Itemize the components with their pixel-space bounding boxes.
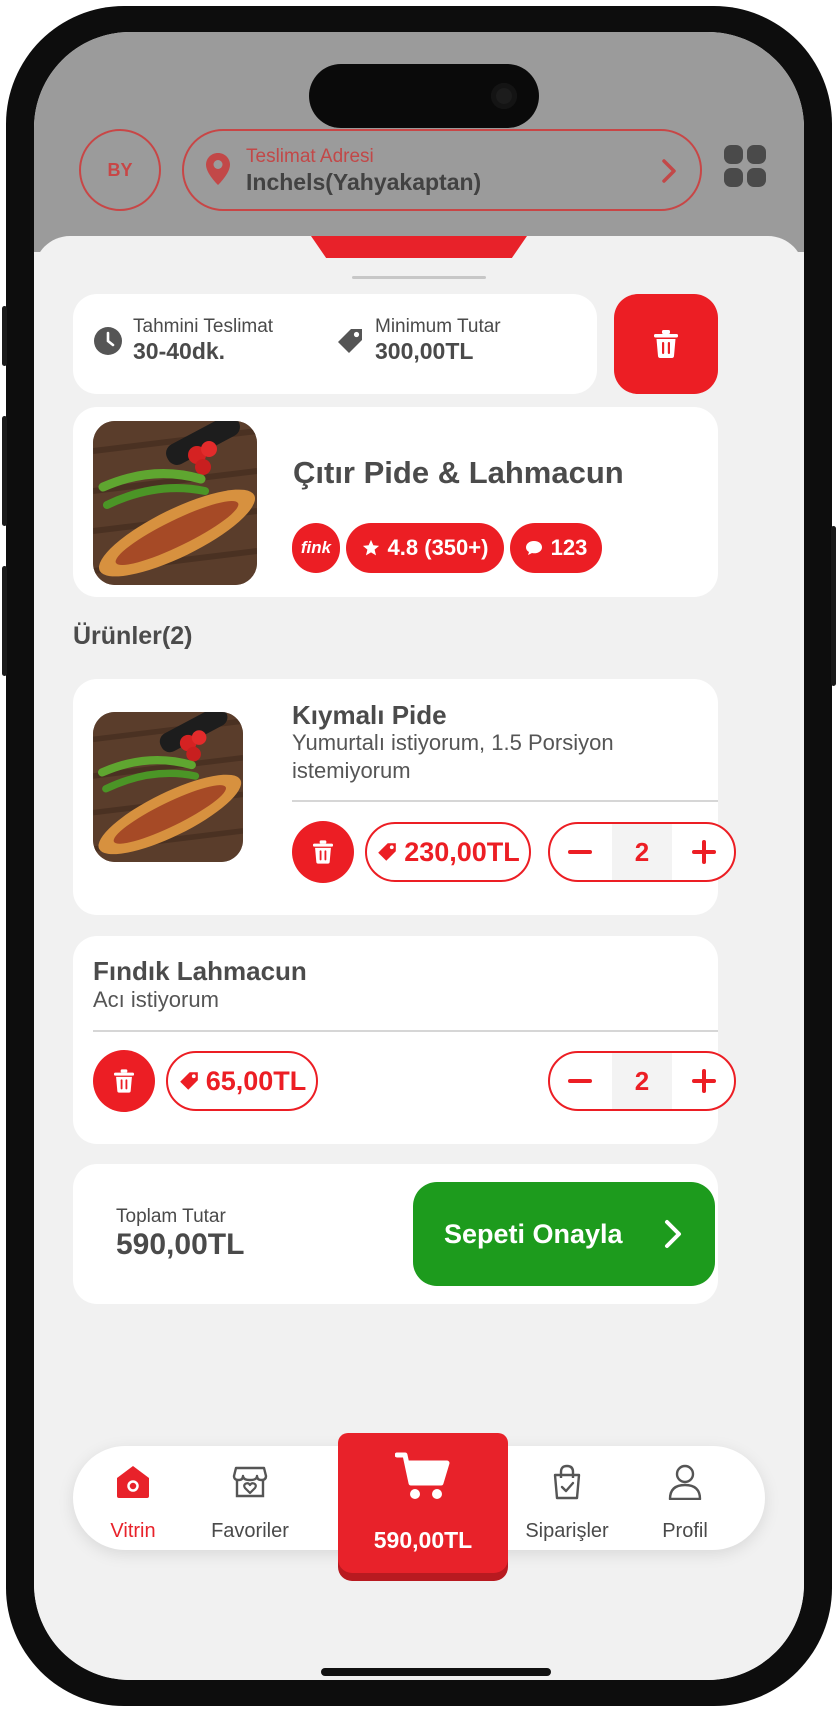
nav-item-label: Profil xyxy=(662,1520,708,1542)
price-tag-icon xyxy=(378,843,397,861)
favorite-store-icon xyxy=(232,1466,268,1498)
comments-count: 123 xyxy=(550,535,588,560)
sheet-tab-indicator xyxy=(311,236,527,258)
plus-icon xyxy=(692,1069,716,1093)
item-note: Acı istiyorum xyxy=(93,987,219,1012)
nav-item-label: Siparişler xyxy=(525,1520,609,1542)
dynamic-island xyxy=(309,64,539,128)
cart-item: Fındık Lahmacun Acı istiyorum 65,00TL 2 xyxy=(73,936,736,1144)
price-tag-icon xyxy=(338,329,362,353)
categories-grid-icon[interactable] xyxy=(724,145,766,187)
quantity-stepper: 2 xyxy=(548,1051,736,1111)
item-name: Fındık Lahmacun xyxy=(93,956,307,986)
plus-icon xyxy=(692,840,716,864)
restaurant-card[interactable]: Çıtır Pide & Lahmacun fink 4.8 (350+) 12… xyxy=(73,407,718,597)
increase-button[interactable] xyxy=(674,1053,734,1109)
address-label: Teslimat Adresi xyxy=(246,146,374,167)
comment-bubble-icon xyxy=(525,541,542,555)
item-price: 65,00TL xyxy=(166,1051,318,1111)
total-label: Toplam Tutar xyxy=(116,1206,226,1227)
nav-item-label: Vitrin xyxy=(110,1520,156,1542)
remove-item-button[interactable] xyxy=(292,821,354,883)
volume-down-button xyxy=(2,566,7,676)
brand-badge: fink xyxy=(292,523,340,573)
minimum-value: 300,00TL xyxy=(375,338,474,364)
item-name: Kıymalı Pide xyxy=(292,700,447,730)
trash-icon xyxy=(654,330,678,358)
item-divider xyxy=(93,1030,718,1032)
price-tag-icon xyxy=(179,1072,198,1090)
minus-icon xyxy=(568,850,592,854)
nav-item-siparisler[interactable]: Siparişler xyxy=(507,1446,627,1550)
delivery-value: 30-40dk. xyxy=(133,338,226,364)
home-indicator xyxy=(321,1668,551,1676)
trash-icon xyxy=(114,1069,134,1093)
cart-button[interactable]: 590,00TL xyxy=(338,1433,508,1573)
item-divider xyxy=(292,800,718,802)
store-home-icon xyxy=(117,1466,149,1498)
sheet-grab-handle[interactable] xyxy=(352,276,486,279)
volume-up-button xyxy=(2,416,7,526)
confirm-cart-label: Sepeti Onayla xyxy=(444,1219,623,1249)
power-button xyxy=(831,526,836,686)
trash-icon xyxy=(313,840,333,864)
remove-item-button[interactable] xyxy=(93,1050,155,1112)
cart-total: 590,00TL xyxy=(373,1527,473,1553)
brand-badge-text: fink xyxy=(300,538,332,557)
chevron-right-icon xyxy=(662,159,676,183)
nav-item-favoriler[interactable]: Favoriler xyxy=(190,1446,310,1550)
camera-lens xyxy=(491,83,517,109)
phone-frame: BY Teslimat Adresi Inchels(Yahyakaptan) xyxy=(2,6,836,1706)
star-icon xyxy=(362,539,379,556)
quantity-stepper: 2 xyxy=(548,822,736,882)
total-value: 590,00TL xyxy=(116,1228,245,1261)
nav-item-profil[interactable]: Profil xyxy=(625,1446,745,1550)
increase-button[interactable] xyxy=(674,824,734,880)
clock-icon xyxy=(94,327,122,355)
item-price-text: 65,00TL xyxy=(205,1065,307,1096)
item-price: 230,00TL xyxy=(365,822,531,882)
clear-cart-button[interactable] xyxy=(614,294,718,394)
item-note: Yumurtalı istiyorum, 1.5 Porsiyon xyxy=(292,730,614,755)
address-value: Inchels(Yahyakaptan) xyxy=(246,169,482,195)
delivery-label: Tahmini Teslimat xyxy=(133,316,274,337)
delivery-info-card: Tahmini Teslimat 30-40dk. Minimum Tutar … xyxy=(73,294,597,394)
cart-item: Kıymalı Pide Yumurtalı istiyorum, 1.5 Po… xyxy=(73,679,736,915)
shopping-cart-icon xyxy=(395,1452,450,1499)
item-note-continued: istemiyorum xyxy=(292,758,411,783)
decrease-button[interactable] xyxy=(550,1053,610,1109)
quantity-value: 2 xyxy=(612,824,672,880)
rating-text: 4.8 (350+) xyxy=(387,535,489,560)
chevron-right-icon xyxy=(665,1220,681,1248)
decrease-button[interactable] xyxy=(550,824,610,880)
mute-switch xyxy=(2,306,7,366)
nav-item-label: Favoriler xyxy=(211,1520,289,1542)
minus-icon xyxy=(568,1079,592,1083)
screen: BY Teslimat Adresi Inchels(Yahyakaptan) xyxy=(34,32,804,1680)
nav-item-vitrin[interactable]: Vitrin xyxy=(73,1446,193,1550)
avatar[interactable]: BY xyxy=(79,129,161,211)
confirm-cart-button[interactable]: Sepeti Onayla xyxy=(413,1182,715,1286)
comments-chip[interactable]: 123 xyxy=(510,523,602,573)
delivery-address-selector[interactable]: Teslimat Adresi Inchels(Yahyakaptan) xyxy=(182,129,702,211)
orders-bag-icon xyxy=(553,1464,581,1500)
restaurant-image xyxy=(93,421,257,585)
quantity-value: 2 xyxy=(612,1053,672,1109)
location-pin-icon xyxy=(206,153,230,185)
rating-chip[interactable]: 4.8 (350+) xyxy=(346,523,504,573)
item-price-text: 230,00TL xyxy=(404,836,520,867)
item-image xyxy=(93,712,243,862)
profile-icon xyxy=(668,1464,702,1500)
products-title: Ürünler(2) xyxy=(73,622,193,650)
restaurant-name: Çıtır Pide & Lahmacun xyxy=(293,455,624,490)
minimum-label: Minimum Tutar xyxy=(375,316,501,337)
